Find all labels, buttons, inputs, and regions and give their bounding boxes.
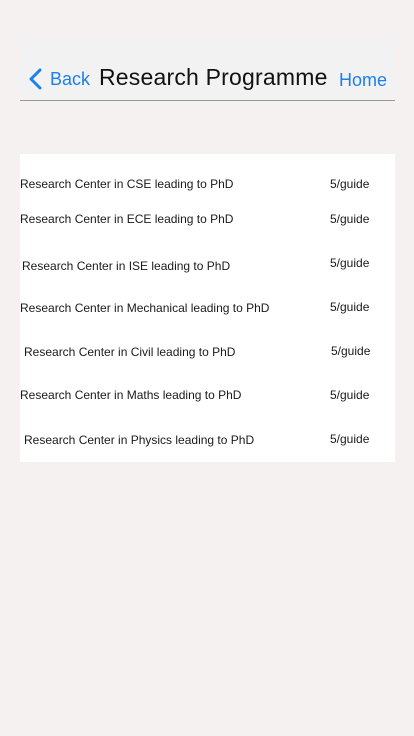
list-item-value: 5/guide (331, 344, 371, 358)
list-item-value: 5/guide (330, 388, 370, 402)
list-item-label: Research Center in Mechanical leading to… (20, 301, 270, 315)
list-item-value: 5/guide (330, 177, 370, 191)
list-item-label: Research Center in Physics leading to Ph… (24, 433, 255, 447)
list-item-label: Research Center in Maths leading to PhD (20, 388, 242, 402)
list-item-value: 5/guide (330, 256, 370, 270)
back-label: Back (50, 69, 91, 89)
list-item[interactable]: Research Center in Maths leading to PhD … (20, 385, 395, 405)
chevron-left-icon (29, 68, 42, 90)
navigation-bar: Back Research Programme Home (20, 37, 395, 101)
programme-list: Research Center in CSE leading to PhD 5/… (20, 154, 395, 462)
list-item-value: 5/guide (330, 212, 370, 226)
list-item-label: Research Center in Civil leading to PhD (24, 345, 236, 359)
list-item-label: Research Center in ECE leading to PhD (20, 212, 234, 226)
home-button[interactable]: Home (339, 69, 387, 91)
list-item[interactable]: Research Center in Mechanical leading to… (20, 298, 395, 318)
list-item-label: Research Center in CSE leading to PhD (20, 177, 234, 191)
research-programme-screen: Back Research Programme Home Research Ce… (0, 0, 414, 736)
list-item-value: 5/guide (330, 432, 370, 446)
list-item-label: Research Center in ISE leading to PhD (22, 259, 231, 273)
list-item[interactable]: Research Center in Physics leading to Ph… (20, 430, 395, 450)
list-item[interactable]: Research Center in ISE leading to PhD 5/… (20, 256, 395, 276)
list-item[interactable]: Research Center in ECE leading to PhD 5/… (20, 209, 395, 229)
back-button[interactable]: Back (28, 67, 90, 91)
list-item[interactable]: Research Center in Civil leading to PhD … (20, 342, 395, 362)
list-item-value: 5/guide (330, 300, 370, 314)
page-title: Research Programme (99, 64, 328, 90)
list-item[interactable]: Research Center in CSE leading to PhD 5/… (20, 174, 395, 194)
